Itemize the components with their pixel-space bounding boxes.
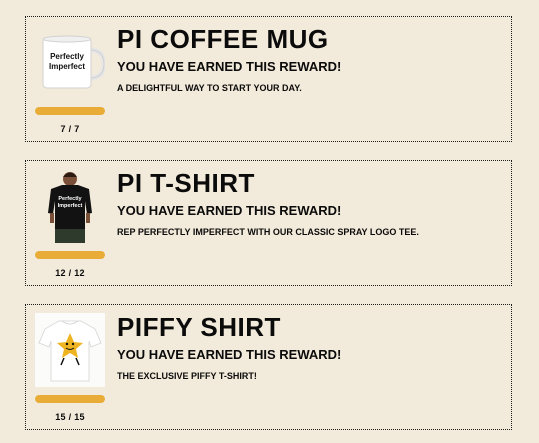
progress-fill [35, 107, 105, 115]
reward-description: A DELIGHTFUL WAY TO START YOUR DAY. [117, 83, 302, 93]
reward-title: PI T-SHIRT [117, 168, 255, 198]
tshirt-image: Perfectly Imperfect [35, 169, 105, 243]
progress-count: 12 / 12 [55, 268, 85, 278]
reward-status: YOU HAVE EARNED THIS REWARD! [117, 59, 342, 74]
reward-card-piffy-shirt[interactable]: 15 / 15 PIFFY SHIRT YOU HAVE EARNED THIS… [25, 304, 512, 430]
reward-description: REP PERFECTLY IMPERFECT WITH OUR CLASSIC… [117, 227, 419, 237]
progress-count: 7 / 7 [60, 124, 80, 134]
svg-text:Imperfect: Imperfect [49, 62, 85, 71]
progress-bar [35, 395, 105, 403]
svg-text:Perfectly: Perfectly [50, 52, 84, 61]
svg-text:Imperfect: Imperfect [58, 203, 83, 209]
reward-description: THE EXCLUSIVE PIFFY T-SHIRT! [117, 371, 257, 381]
progress-bar [35, 107, 105, 115]
piffy-shirt-image [35, 313, 105, 387]
progress-bar [35, 251, 105, 259]
svg-text:Perfectly: Perfectly [58, 196, 82, 202]
reward-status: YOU HAVE EARNED THIS REWARD! [117, 203, 342, 218]
reward-card-pi-tshirt[interactable]: Perfectly Imperfect 12 / 12 PI T-SHIRT Y… [25, 160, 512, 286]
progress-count: 15 / 15 [55, 412, 85, 422]
reward-title: PI COFFEE MUG [117, 24, 329, 54]
progress-fill [35, 251, 105, 259]
reward-status: YOU HAVE EARNED THIS REWARD! [117, 347, 342, 362]
mug-image: Perfectly Imperfect [35, 25, 105, 99]
reward-title: PIFFY SHIRT [117, 312, 281, 342]
reward-card-coffee-mug[interactable]: Perfectly Imperfect 7 / 7 PI COFFEE MUG … [25, 16, 512, 142]
progress-fill [35, 395, 105, 403]
